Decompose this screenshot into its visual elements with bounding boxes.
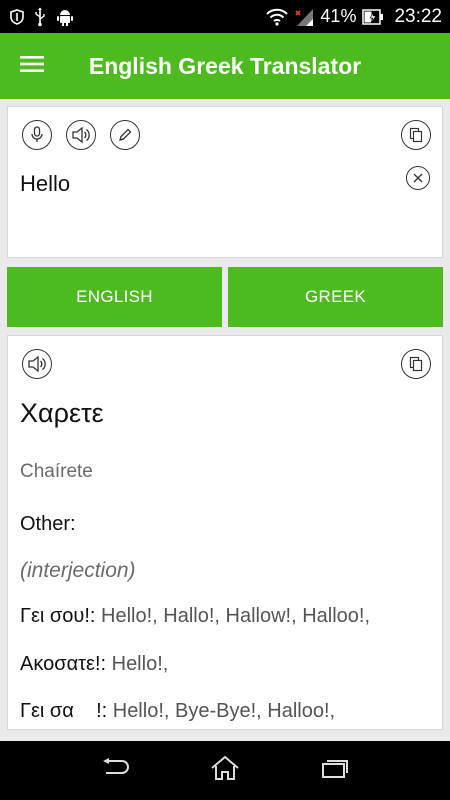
entry-term: Ακοσατε!: <box>20 653 107 675</box>
status-bar: 41% 23:22 <box>0 0 450 33</box>
entry-synonyms: Hello!, Bye-Bye!, Halloo!, <box>107 700 336 722</box>
source-language-button[interactable]: ENGLISH <box>7 267 222 327</box>
hamburger-menu-icon <box>20 55 44 78</box>
entry-synonyms: Hello!, Hallo!, Hallow!, Halloo!, <box>95 605 371 627</box>
dictionary-entry: Ακοσατε!: Hello!, <box>20 653 168 676</box>
speaker-icon <box>27 355 47 373</box>
copy-input-button[interactable] <box>401 120 431 150</box>
android-icon <box>56 8 74 26</box>
transliteration-text: Chaírete <box>20 461 93 482</box>
microphone-icon <box>29 126 45 144</box>
speak-output-button[interactable] <box>22 349 52 379</box>
home-icon <box>210 755 240 786</box>
status-notifications <box>10 7 74 27</box>
clear-input-button[interactable] <box>406 166 430 190</box>
status-system: 41% 23:22 <box>266 6 442 28</box>
battery-icon <box>362 8 384 25</box>
copy-icon <box>409 127 423 143</box>
back-icon <box>100 758 130 783</box>
handwriting-button[interactable] <box>110 120 140 150</box>
navigation-bar <box>0 741 450 800</box>
dictionary-entry: Γει σου!: Hello!, Hallo!, Hallow!, Hallo… <box>20 605 370 628</box>
shield-icon <box>10 8 24 25</box>
dictionary-entry: Γει σα !: Hello!, Bye-Bye!, Halloo!, <box>20 700 335 723</box>
usb-icon <box>34 7 46 27</box>
battery-percent: 41% <box>320 6 357 26</box>
signal-icon <box>294 7 314 27</box>
menu-button[interactable] <box>8 42 56 90</box>
input-card <box>7 106 443 258</box>
translation-text: Χαρετε <box>20 398 104 428</box>
clear-icon <box>413 173 423 183</box>
target-language-button[interactable]: GREEK <box>228 267 443 327</box>
copy-output-button[interactable] <box>401 349 431 379</box>
pen-icon <box>117 127 133 143</box>
recent-apps-icon <box>320 757 350 784</box>
output-card: Χαρετε Chaírete Other: (interjection) Γε… <box>7 335 443 730</box>
recent-apps-button[interactable] <box>305 749 365 793</box>
entry-synonyms: Hello!, <box>106 653 169 675</box>
app-title: English Greek Translator <box>88 52 362 79</box>
home-button[interactable] <box>195 749 255 793</box>
back-button[interactable] <box>85 749 145 793</box>
entry-term: Γει σου!: <box>20 605 96 627</box>
copy-icon <box>409 356 423 372</box>
other-label: Other: <box>20 513 76 535</box>
entry-term: Γει σα !: <box>20 700 108 722</box>
speaker-icon <box>71 126 91 144</box>
wifi-icon <box>266 8 289 26</box>
speak-input-button[interactable] <box>66 120 96 150</box>
microphone-button[interactable] <box>22 120 52 150</box>
app-bar: English Greek Translator <box>0 33 450 99</box>
part-of-speech: (interjection) <box>20 559 136 582</box>
source-text-input[interactable] <box>20 171 380 197</box>
clock: 23:22 <box>394 5 442 27</box>
